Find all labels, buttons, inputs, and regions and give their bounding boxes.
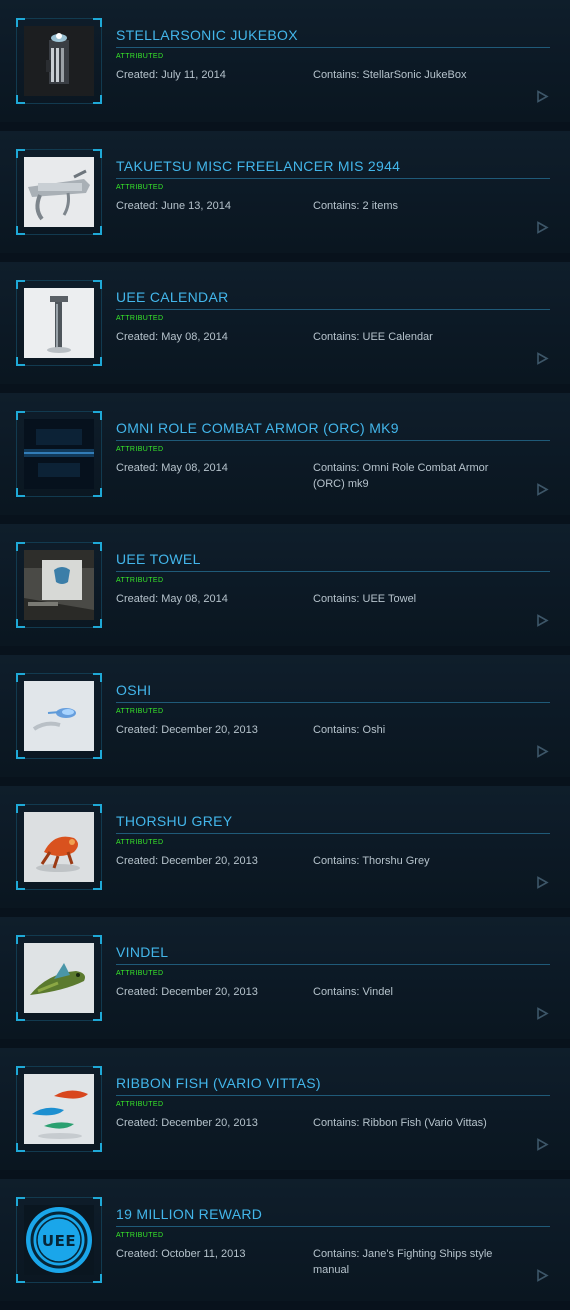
list-item: TAKUETSU MISC FREELANCER MIS 2944 ATTRIB… (0, 131, 570, 262)
status-badge: ATTRIBUTED (116, 839, 164, 846)
status-badge: ATTRIBUTED (116, 53, 164, 60)
status-badge: ATTRIBUTED (116, 1232, 164, 1239)
contents-text: Contains: Oshi (313, 724, 386, 736)
contents-text: Contains: UEE Calendar (313, 331, 433, 343)
created-date: Created: December 20, 2013 (116, 855, 258, 867)
thumbnail-frame[interactable] (16, 18, 102, 104)
contents-text: Contains: StellarSonic JukeBox (313, 69, 467, 81)
thumbnail-frame[interactable] (16, 804, 102, 890)
play-arrow-icon[interactable] (536, 90, 549, 103)
status-badge: ATTRIBUTED (116, 315, 164, 322)
oshi-fish-image (24, 681, 94, 751)
status-badge: ATTRIBUTED (116, 577, 164, 584)
list-item: RIBBON FISH (VARIO VITTAS) ATTRIBUTED Cr… (0, 1048, 570, 1179)
thumbnail-frame[interactable] (16, 542, 102, 628)
uee-logo-text: UEE (42, 1232, 76, 1250)
ribbon-fish-image (24, 1074, 94, 1144)
contents-text: Contains: Thorshu Grey (313, 855, 430, 867)
thumbnail-frame[interactable] (16, 1066, 102, 1152)
item-title[interactable]: OSHI (116, 682, 550, 703)
play-arrow-icon[interactable] (536, 483, 549, 496)
contents-text: Contains: UEE Towel (313, 593, 417, 605)
created-date: Created: May 08, 2014 (116, 593, 228, 605)
created-date: Created: July 11, 2014 (116, 69, 226, 81)
status-badge: ATTRIBUTED (116, 184, 164, 191)
item-title[interactable]: 19 MILLION REWARD (116, 1206, 550, 1227)
towel-image (24, 550, 94, 620)
list-item: OSHI ATTRIBUTED Created: December 20, 20… (0, 655, 570, 786)
play-arrow-icon[interactable] (536, 876, 549, 889)
thumbnail-frame[interactable] (16, 935, 102, 1021)
play-arrow-icon[interactable] (536, 614, 549, 627)
play-arrow-icon[interactable] (536, 1007, 549, 1020)
status-badge: ATTRIBUTED (116, 970, 164, 977)
thumbnail-frame[interactable] (16, 673, 102, 759)
vindel-fish-image (24, 943, 94, 1013)
created-date: Created: May 08, 2014 (116, 462, 228, 474)
item-title[interactable]: VINDEL (116, 944, 550, 965)
item-title[interactable]: TAKUETSU MISC FREELANCER MIS 2944 (116, 158, 550, 179)
jukebox-image (24, 26, 94, 96)
play-arrow-icon[interactable] (536, 221, 549, 234)
play-arrow-icon[interactable] (536, 1138, 549, 1151)
pledge-item-list: STELLARSONIC JUKEBOX ATTRIBUTED Created:… (0, 0, 570, 1310)
thumbnail-frame[interactable]: UEE (16, 1197, 102, 1283)
uee-logo: UEE (24, 1205, 94, 1275)
contents-text: Contains: 2 items (313, 200, 398, 212)
play-arrow-icon[interactable] (536, 745, 549, 758)
status-badge: ATTRIBUTED (116, 708, 164, 715)
created-date: Created: May 08, 2014 (116, 331, 228, 343)
thumbnail-frame[interactable] (16, 411, 102, 497)
item-title[interactable]: UEE CALENDAR (116, 289, 550, 310)
item-title[interactable]: RIBBON FISH (VARIO VITTAS) (116, 1075, 550, 1096)
list-item: OMNI ROLE COMBAT ARMOR (ORC) MK9 ATTRIBU… (0, 393, 570, 524)
item-title[interactable]: THORSHU GREY (116, 813, 550, 834)
item-title[interactable]: UEE TOWEL (116, 551, 550, 572)
created-date: Created: December 20, 2013 (116, 986, 258, 998)
list-item: UEE 19 MILLION REWARD ATTRIBUTED Created… (0, 1179, 570, 1310)
list-item: VINDEL ATTRIBUTED Created: December 20, … (0, 917, 570, 1048)
freelancer-model-image (24, 157, 94, 227)
list-item: UEE TOWEL ATTRIBUTED Created: May 08, 20… (0, 524, 570, 655)
thorshu-image (24, 812, 94, 882)
list-item: THORSHU GREY ATTRIBUTED Created: Decembe… (0, 786, 570, 917)
play-arrow-icon[interactable] (536, 352, 549, 365)
thumbnail-frame[interactable] (16, 149, 102, 235)
contents-text: Contains: Omni Role Combat Armor (ORC) m… (313, 462, 489, 490)
status-badge: ATTRIBUTED (116, 1101, 164, 1108)
created-date: Created: June 13, 2014 (116, 200, 231, 212)
item-title[interactable]: OMNI ROLE COMBAT ARMOR (ORC) MK9 (116, 420, 550, 441)
calendar-image (24, 288, 94, 358)
armor-image (24, 419, 94, 489)
play-arrow-icon[interactable] (536, 1269, 549, 1282)
contents-text: Contains: Vindel (313, 986, 393, 998)
created-date: Created: October 11, 2013 (116, 1248, 246, 1260)
created-date: Created: December 20, 2013 (116, 1117, 258, 1129)
created-date: Created: December 20, 2013 (116, 724, 258, 736)
contents-text: Contains: Ribbon Fish (Vario Vittas) (313, 1117, 487, 1129)
list-item: STELLARSONIC JUKEBOX ATTRIBUTED Created:… (0, 0, 570, 131)
item-title[interactable]: STELLARSONIC JUKEBOX (116, 27, 550, 48)
contents-text: Contains: Jane's Fighting Ships style ma… (313, 1248, 493, 1276)
list-item: UEE CALENDAR ATTRIBUTED Created: May 08,… (0, 262, 570, 393)
thumbnail-frame[interactable] (16, 280, 102, 366)
status-badge: ATTRIBUTED (116, 446, 164, 453)
